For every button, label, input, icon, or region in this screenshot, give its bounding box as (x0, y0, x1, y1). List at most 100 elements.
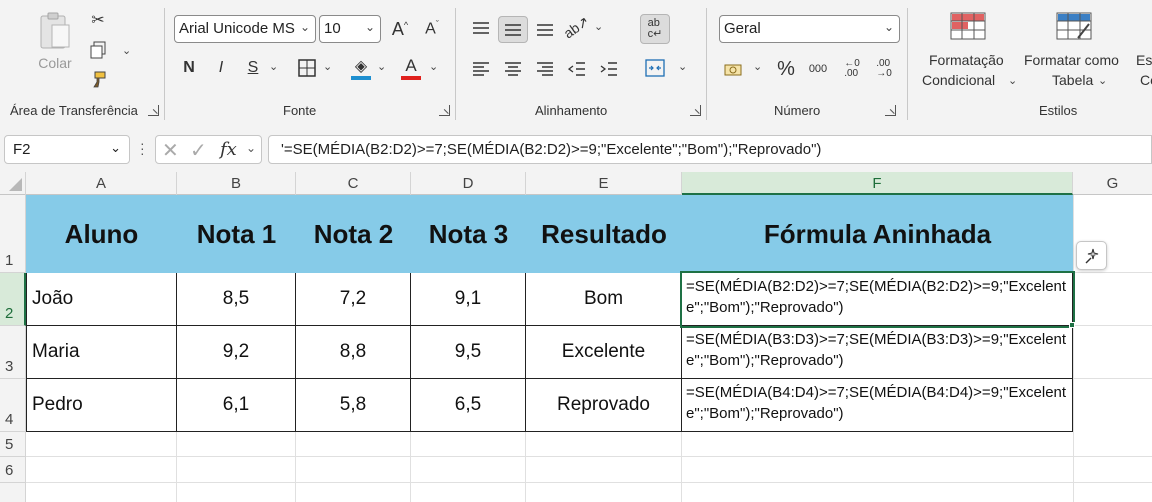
increase-font-icon: A^ (391, 18, 409, 39)
formula-input[interactable]: '=SE(MÉDIA(B2:D2)>=7;SE(MÉDIA(B2:D2)>=9;… (268, 135, 1152, 164)
chevron-down-icon[interactable]: ⌄ (246, 141, 256, 155)
font-group: Arial Unicode MS ⌄ 10 ⌄ A^ Aˇ N I S ⌄ ⌄ … (165, 0, 455, 127)
copy-button[interactable] (86, 38, 110, 62)
clipboard-dialog-launcher[interactable] (148, 105, 159, 116)
column-header-b[interactable]: B (177, 172, 296, 195)
cell-f3[interactable]: =SE(MÉDIA(B3:D3)>=7;SE(MÉDIA(B3:D3)>=9;"… (682, 326, 1073, 379)
font-color-button[interactable]: A (399, 54, 423, 82)
wrap-text-button[interactable]: ab c↵ (640, 14, 670, 44)
cell-b4[interactable]: 6,1 (177, 379, 296, 432)
copy-dropdown-icon[interactable]: ⌄ (122, 44, 131, 57)
underline-dropdown-icon[interactable]: ⌄ (269, 60, 278, 73)
insert-function-icon[interactable]: fx (220, 139, 237, 160)
align-right-button[interactable] (532, 56, 558, 82)
accounting-format-button[interactable] (721, 56, 747, 82)
column-header-f[interactable]: F (682, 172, 1073, 195)
chevron-down-icon: ⌄ (1098, 75, 1108, 87)
column-header-e[interactable]: E (526, 172, 682, 195)
font-color-dropdown-icon[interactable]: ⌄ (429, 60, 438, 73)
alignment-group-label: Alinhamento (535, 103, 608, 118)
align-left-button[interactable] (468, 56, 494, 82)
paste-button[interactable]: Colar (30, 6, 80, 76)
bold-button[interactable]: N (177, 56, 201, 80)
fill-color-dropdown-icon[interactable]: ⌄ (377, 60, 386, 73)
cell-b2[interactable]: 8,5 (177, 273, 296, 326)
row-header-2[interactable]: 2 (0, 273, 26, 326)
cell-c3[interactable]: 8,8 (296, 326, 411, 379)
row-header-5[interactable]: 5 (0, 432, 26, 457)
name-box[interactable]: F2 ⌄ (4, 135, 130, 164)
format-as-table-button[interactable]: Formatar como Tabela ⌄ (1022, 10, 1132, 94)
cell-styles-button[interactable]: Est Cé (1136, 10, 1152, 94)
alignment-dialog-launcher[interactable] (690, 105, 701, 116)
italic-button[interactable]: I (209, 56, 233, 80)
cell-f2[interactable]: =SE(MÉDIA(B2:D2)>=7;SE(MÉDIA(B2:D2)>=9;"… (682, 273, 1073, 326)
align-middle-button[interactable] (498, 16, 528, 43)
cell-b3[interactable]: 9,2 (177, 326, 296, 379)
cell-e2[interactable]: Bom (526, 273, 682, 326)
borders-button[interactable] (295, 56, 319, 80)
percent-button[interactable]: % (773, 56, 799, 82)
increase-font-button[interactable]: A^ (387, 15, 413, 43)
row-header-1[interactable]: 1 (0, 195, 26, 273)
cell-a2[interactable]: João (26, 273, 177, 326)
align-top-button[interactable] (468, 16, 494, 42)
accounting-dropdown-icon[interactable]: ⌄ (753, 60, 762, 73)
number-dialog-launcher[interactable] (885, 105, 896, 116)
header-cell-resultado[interactable]: Resultado (526, 195, 682, 273)
font-name-select[interactable]: Arial Unicode MS ⌄ (174, 15, 316, 43)
format-painter-button[interactable] (86, 68, 110, 92)
header-cell-nota2[interactable]: Nota 2 (296, 195, 411, 273)
select-all-corner[interactable] (0, 172, 26, 195)
row-header-7[interactable] (0, 483, 26, 502)
cell-a3[interactable]: Maria (26, 326, 177, 379)
align-middle-icon (505, 23, 521, 36)
merge-center-button[interactable] (642, 55, 668, 81)
increase-indent-button[interactable] (596, 56, 622, 82)
more-options-icon[interactable]: · · · (140, 136, 145, 160)
header-cell-nota3[interactable]: Nota 3 (411, 195, 526, 273)
header-cell-nota1[interactable]: Nota 1 (177, 195, 296, 273)
conditional-formatting-button[interactable]: Formatação Condicional ⌄ (918, 10, 1018, 94)
cell-e3[interactable]: Excelente (526, 326, 682, 379)
column-header-g[interactable]: G (1073, 172, 1152, 195)
row-header-6[interactable]: 6 (0, 457, 26, 483)
align-center-button[interactable] (500, 56, 526, 82)
column-header-d[interactable]: D (411, 172, 526, 195)
cell-e4[interactable]: Reprovado (526, 379, 682, 432)
merge-dropdown-icon[interactable]: ⌄ (678, 60, 687, 73)
cell-d4[interactable]: 6,5 (411, 379, 526, 432)
orientation-button[interactable]: ab↗ (561, 12, 593, 41)
align-bottom-button[interactable] (532, 16, 558, 42)
cell-c2[interactable]: 7,2 (296, 273, 411, 326)
underline-button[interactable]: S (241, 56, 265, 80)
enter-icon[interactable]: ✓ (190, 138, 207, 163)
header-cell-formula[interactable]: Fórmula Aninhada (682, 195, 1073, 273)
row-header-4[interactable]: 4 (0, 379, 26, 432)
increase-decimal-button[interactable]: ←0.00 (839, 56, 865, 82)
font-size-select[interactable]: 10 ⌄ (319, 15, 381, 43)
cell-d2[interactable]: 9,1 (411, 273, 526, 326)
font-dialog-launcher[interactable] (439, 105, 450, 116)
cut-button[interactable]: ✂ (86, 8, 110, 32)
cancel-icon[interactable]: ✕ (162, 138, 179, 163)
fill-handle[interactable] (1069, 322, 1075, 328)
borders-dropdown-icon[interactable]: ⌄ (323, 60, 332, 73)
number-format-select[interactable]: Geral ⌄ (719, 15, 900, 43)
column-header-a[interactable]: A (26, 172, 177, 195)
decrease-indent-button[interactable] (564, 56, 590, 82)
thousands-separator-button[interactable]: 000 (805, 56, 831, 82)
cell-f4[interactable]: =SE(MÉDIA(B4:D4)>=7;SE(MÉDIA(B4:D4)>=9;"… (682, 379, 1073, 432)
header-cell-aluno[interactable]: Aluno (26, 195, 177, 273)
cell-d3[interactable]: 9,5 (411, 326, 526, 379)
decrease-font-button[interactable]: Aˇ (419, 15, 445, 43)
row-header-3[interactable]: 3 (0, 326, 26, 379)
decrease-decimal-button[interactable]: .00 →0 (871, 56, 897, 82)
chevron-down-icon: ⌄ (883, 20, 894, 34)
column-header-c[interactable]: C (296, 172, 411, 195)
orientation-dropdown-icon[interactable]: ⌄ (594, 20, 603, 33)
cell-a4[interactable]: Pedro (26, 379, 177, 432)
cell-c4[interactable]: 5,8 (296, 379, 411, 432)
fill-color-button[interactable]: ◈ (349, 54, 373, 82)
quick-analysis-button[interactable] (1076, 241, 1107, 270)
